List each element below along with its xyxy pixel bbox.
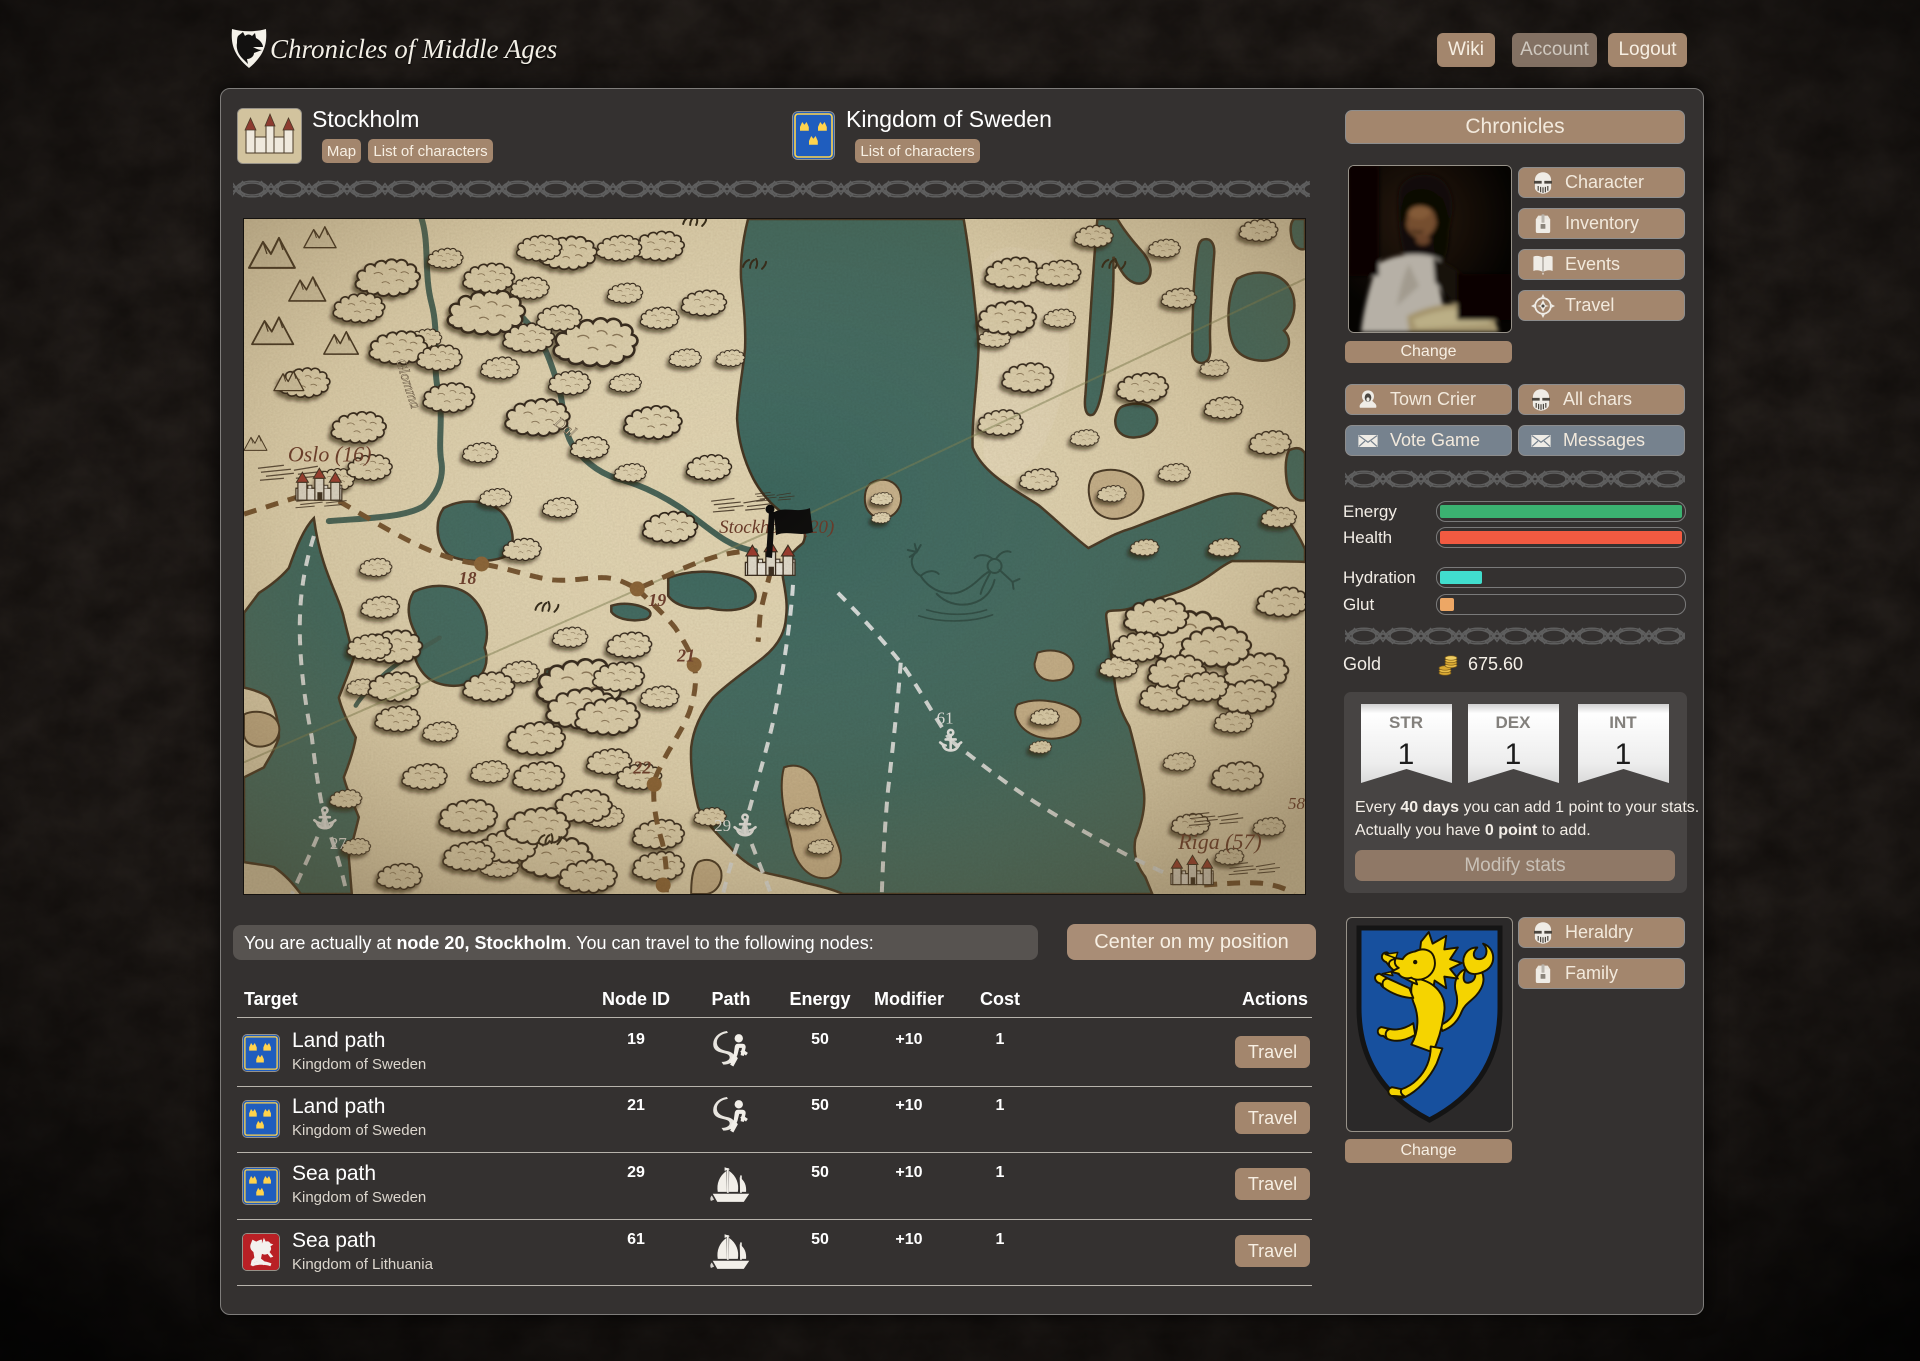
svg-text:STR: STR: [1389, 713, 1423, 732]
svg-text:1: 1: [1615, 738, 1632, 771]
svg-text:1: 1: [1505, 738, 1522, 771]
svg-text:INT: INT: [1609, 713, 1637, 732]
svg-text:1: 1: [1398, 738, 1415, 771]
svg-text:DEX: DEX: [1496, 713, 1532, 732]
